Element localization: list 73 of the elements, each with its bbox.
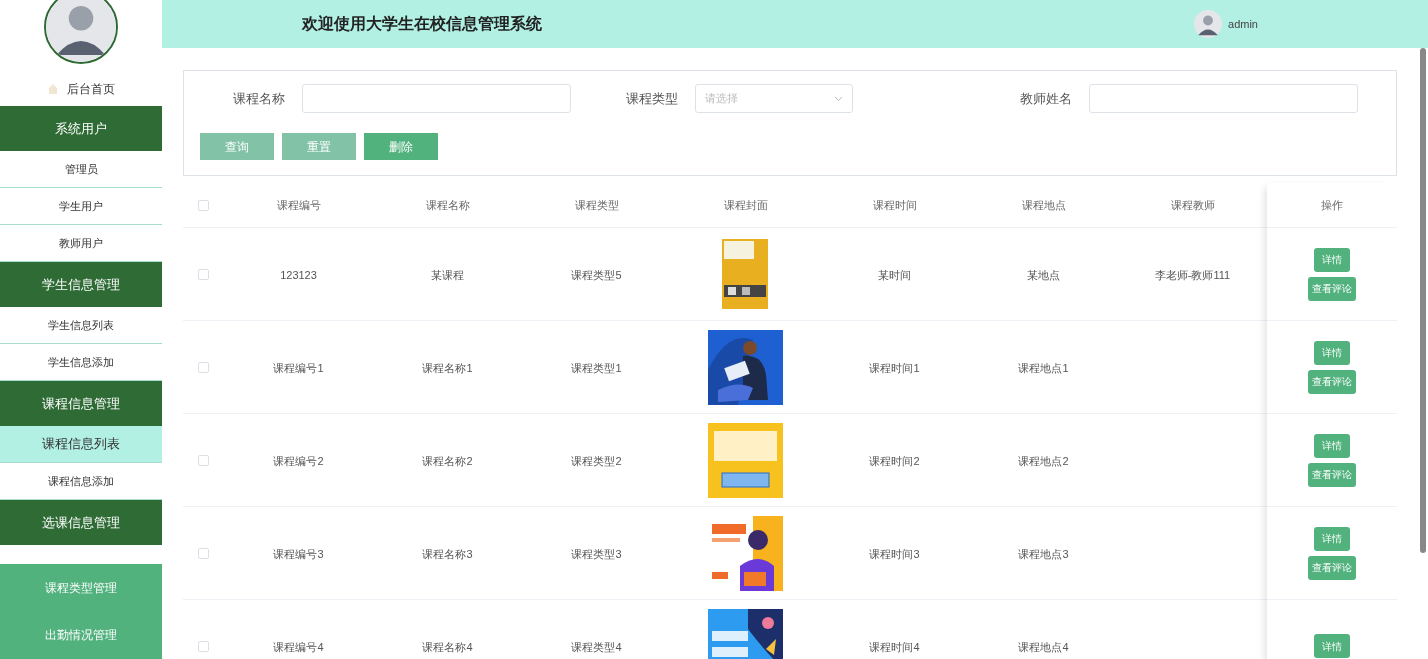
table-cell: 课程编号1 xyxy=(273,362,324,374)
system-title: 欢迎使用大学生在校信息管理系统 xyxy=(302,14,542,34)
row-action-button[interactable]: 查看评论 xyxy=(1308,555,1356,580)
column-header: 课程名称 xyxy=(424,197,471,213)
column-header: 课程地点 xyxy=(1020,197,1067,213)
table-cell: 123123 xyxy=(280,269,317,281)
row-action-button[interactable]: 详情 xyxy=(1314,247,1350,272)
row-action-button[interactable]: 详情 xyxy=(1314,433,1350,458)
table-cell: 课程时间4 xyxy=(869,641,920,653)
action-button[interactable]: 重置 xyxy=(282,133,356,160)
action-button[interactable]: 查询 xyxy=(200,133,274,160)
menu-group[interactable]: 课程类型管理 xyxy=(0,567,162,608)
chevron-down-icon xyxy=(834,95,844,102)
row-action-button[interactable]: 详情 xyxy=(1314,634,1350,658)
checkbox[interactable] xyxy=(198,361,209,373)
home-link[interactable]: 后台首页 xyxy=(0,72,162,106)
table-cell: 某时间 xyxy=(878,269,911,281)
table-cell: 某课程 xyxy=(431,269,464,281)
checkbox[interactable] xyxy=(198,454,209,466)
row-action-button[interactable]: 详情 xyxy=(1314,340,1350,365)
table-cell: 课程名称1 xyxy=(422,362,473,374)
table-cell: 课程类型3 xyxy=(571,548,622,560)
table-cell: 课程地点1 xyxy=(1018,362,1069,374)
input-field[interactable] xyxy=(302,84,571,113)
table-cell: 课程名称3 xyxy=(422,548,473,560)
column-header: 课程时间 xyxy=(871,197,918,213)
table-cell: 李老师-教师111 xyxy=(1154,269,1231,281)
table-cell: 课程名称4 xyxy=(422,641,473,653)
table-cell: 课程类型1 xyxy=(571,362,622,374)
select-field[interactable]: 请选择 xyxy=(695,84,854,113)
row-action-button[interactable]: 查看评论 xyxy=(1308,276,1356,301)
action-button[interactable]: 删除 xyxy=(364,133,438,160)
table-cell: 课程地点4 xyxy=(1018,641,1069,653)
column-header: 课程教师 xyxy=(1169,197,1216,213)
table-cell: 课程地点2 xyxy=(1018,455,1069,467)
username[interactable]: admin xyxy=(1228,15,1258,33)
checkbox[interactable] xyxy=(198,268,209,280)
table-cell: 课程编号2 xyxy=(273,455,324,467)
table-cell: 课程时间1 xyxy=(869,362,920,374)
menu-group[interactable]: 选课信息管理 xyxy=(0,500,162,545)
table-cell: 课程名称2 xyxy=(422,455,473,467)
column-header: 课程编号 xyxy=(275,197,322,213)
menu-item[interactable]: 课程信息列表 xyxy=(0,426,162,463)
menu-group[interactable]: 学生信息管理 xyxy=(0,262,162,307)
checkbox[interactable] xyxy=(198,199,209,211)
menu-group[interactable]: 课程信息管理 xyxy=(0,381,162,426)
menu-group[interactable]: 系统用户 xyxy=(0,106,162,151)
row-action-button[interactable]: 查看评论 xyxy=(1308,369,1356,394)
row-action-button[interactable]: 详情 xyxy=(1314,526,1350,551)
user-avatar xyxy=(1194,10,1223,38)
row-action-button[interactable]: 查看评论 xyxy=(1308,462,1356,487)
table-cell: 课程时间3 xyxy=(869,548,920,560)
table-cell: 课程时间2 xyxy=(869,455,920,467)
column-header: 操作 xyxy=(1321,197,1343,213)
table-cell: 课程类型5 xyxy=(571,269,622,281)
home-icon xyxy=(47,83,59,95)
avatar xyxy=(46,0,116,62)
table-cell: 课程类型4 xyxy=(571,641,622,653)
scrollbar[interactable] xyxy=(1420,48,1426,553)
field-label: 教师姓名 xyxy=(1018,89,1072,108)
checkbox[interactable] xyxy=(198,547,209,559)
field-label: 课程名称 xyxy=(232,89,285,108)
input-field[interactable] xyxy=(1088,84,1358,113)
table-cell: 课程编号3 xyxy=(273,548,324,560)
table-cell: 课程地点3 xyxy=(1018,548,1069,560)
table-cell: 课程类型2 xyxy=(571,455,622,467)
checkbox[interactable] xyxy=(198,640,209,652)
column-header: 课程封面 xyxy=(722,197,769,213)
menu-group[interactable]: 出勤情况管理 xyxy=(0,615,162,656)
table-cell: 某地点 xyxy=(1027,269,1060,281)
column-header: 课程类型 xyxy=(573,197,620,213)
field-label: 课程类型 xyxy=(625,89,679,108)
table-cell: 课程编号4 xyxy=(273,641,324,653)
